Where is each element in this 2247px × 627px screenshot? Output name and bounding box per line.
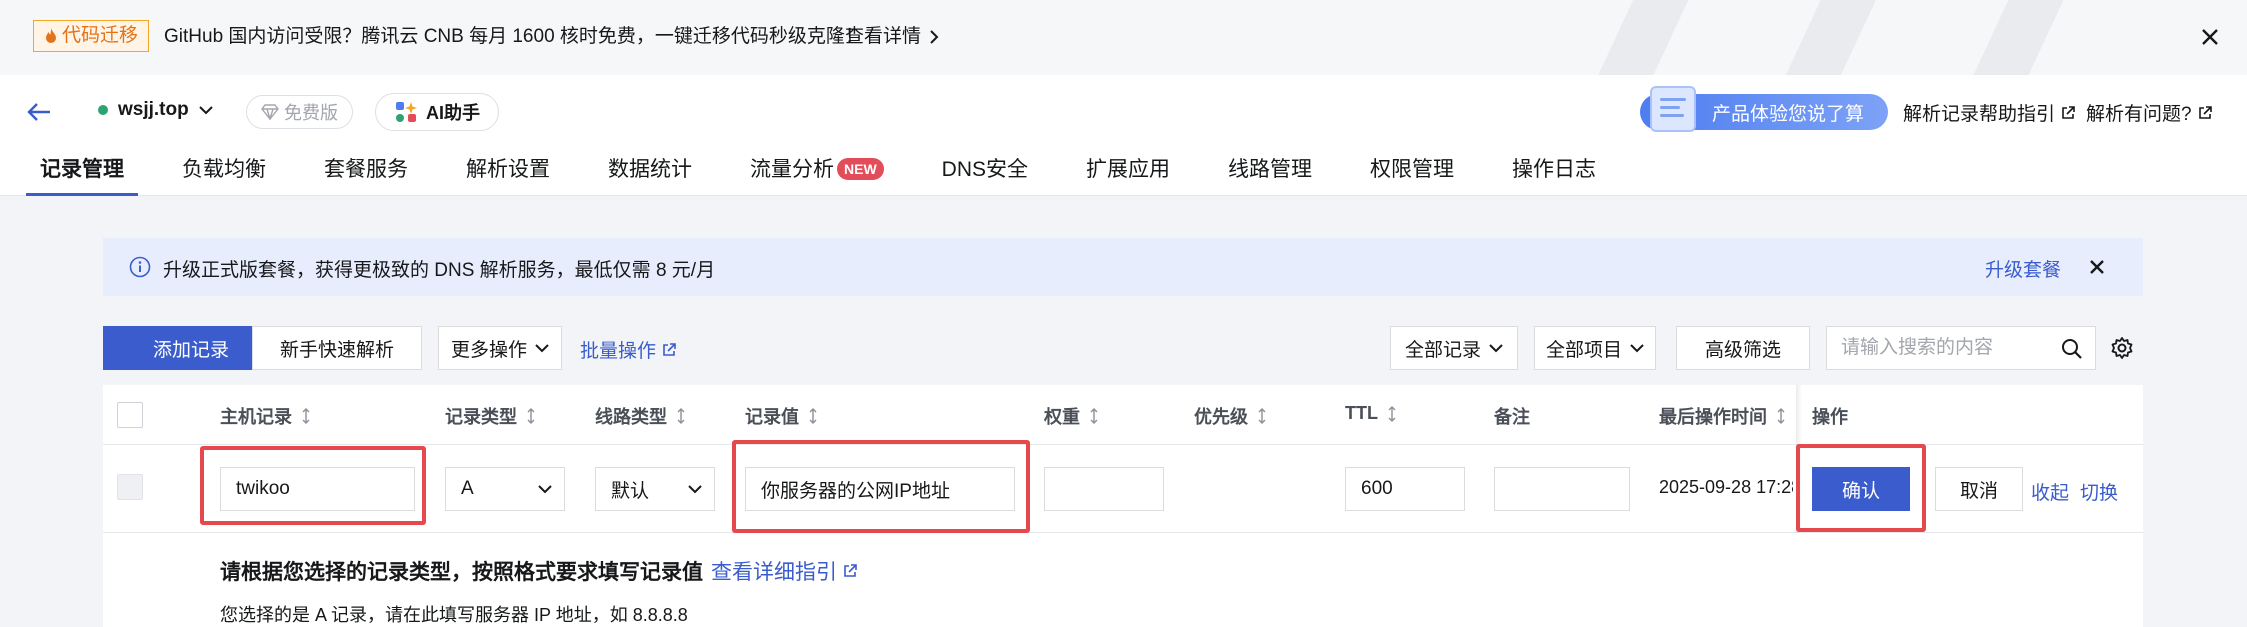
highlight-value: [732, 440, 1030, 533]
tab-extensions[interactable]: 扩展应用: [1072, 156, 1184, 196]
record-value-hint-title: 请根据您选择的记录类型，按照格式要求填写记录值 查看详细指引: [220, 556, 857, 586]
record-value-hint-text: 您选择的是 A 记录，请在此填写服务器 IP 地址，如 8.8.8.8: [220, 605, 688, 625]
tab-permissions[interactable]: 权限管理: [1356, 156, 1468, 196]
search-input[interactable]: [1841, 337, 2051, 359]
chevron-right-icon: [929, 30, 939, 44]
sort-icon: [809, 408, 817, 424]
notice-text: 升级正式版套餐，获得更极致的 DNS 解析服务，最低仅需 8 元/月: [163, 260, 716, 281]
close-icon[interactable]: [2088, 258, 2106, 276]
promo-decoration: [1567, 0, 2127, 75]
close-icon[interactable]: [2197, 24, 2223, 50]
status-dot: [98, 105, 108, 115]
promo-text: GitHub 国内访问受限？腾讯云 CNB 每月 1600 核时免费，一键迁移代…: [164, 26, 864, 47]
tab-resolution-settings[interactable]: 解析设置: [452, 156, 564, 196]
settings-gear-icon[interactable]: [2110, 336, 2134, 360]
sort-icon: [1388, 405, 1396, 422]
ttl-input[interactable]: 600: [1345, 467, 1465, 511]
sort-icon: [302, 408, 310, 424]
batch-operation-link[interactable]: 批量操作: [580, 336, 676, 363]
tab-traffic-analysis[interactable]: 流量分析 NEW: [736, 156, 898, 196]
column-line[interactable]: 线路类型: [595, 403, 685, 429]
highlight-host: [200, 446, 426, 525]
chevron-down-icon: [688, 484, 702, 494]
tab-plan-services[interactable]: 套餐服务: [310, 156, 422, 196]
highlight-confirm: [1796, 444, 1926, 532]
page-header: wsjj.top 免费版 AI助手 产品体验您说了算 解析记录帮助指引 解析有问…: [0, 75, 2247, 196]
tab-load-balancing[interactable]: 负载均衡: [168, 156, 280, 196]
column-priority[interactable]: 优先级: [1194, 403, 1266, 429]
ai-assistant-button[interactable]: AI助手: [375, 93, 499, 131]
remark-input[interactable]: [1494, 467, 1630, 511]
chevron-down-icon: [1489, 343, 1503, 353]
help-issue-link[interactable]: 解析有问题?: [2086, 99, 2212, 126]
last-modified-time: 2025-09-28 17:28: [1659, 477, 1793, 497]
sort-icon: [1258, 408, 1266, 424]
sort-icon: [1090, 408, 1098, 424]
column-last-modified[interactable]: 最后操作时间: [1659, 403, 1785, 429]
promo-banner: 代码迁移 GitHub 国内访问受限？腾讯云 CNB 每月 1600 核时免费，…: [0, 0, 2247, 75]
ai-sparkle-icon: [394, 100, 418, 124]
chevron-down-icon: [535, 343, 549, 353]
select-all-checkbox[interactable]: [117, 402, 143, 428]
diamond-icon: [261, 104, 279, 120]
search-box: [1826, 326, 2096, 370]
line-type-select[interactable]: 默认: [595, 467, 715, 511]
column-weight[interactable]: 权重: [1044, 403, 1098, 429]
row-checkbox: [117, 474, 143, 500]
weight-input[interactable]: [1044, 467, 1164, 511]
search-icon[interactable]: [2061, 338, 2083, 360]
tab-dns-security[interactable]: DNS安全: [928, 156, 1042, 196]
info-icon: [129, 256, 151, 278]
column-ttl[interactable]: TTL: [1345, 403, 1396, 424]
record-filter-dropdown[interactable]: 全部记录: [1390, 326, 1518, 370]
detail-guide-link[interactable]: 查看详细指引: [711, 556, 857, 586]
record-type-select[interactable]: A: [445, 467, 565, 511]
tab-statistics[interactable]: 数据统计: [594, 156, 706, 196]
sort-icon: [677, 408, 685, 424]
sort-icon: [527, 408, 535, 424]
column-remark: 备注: [1494, 407, 1530, 427]
collapse-link[interactable]: 收起: [2031, 478, 2069, 505]
advanced-filter-button[interactable]: 高级筛选: [1676, 326, 1810, 370]
sort-icon: [1777, 408, 1785, 424]
external-link-icon: [843, 564, 857, 578]
column-type[interactable]: 记录类型: [445, 403, 535, 429]
quick-setup-button[interactable]: 新手快速解析: [252, 326, 422, 370]
chevron-down-icon: [1630, 343, 1644, 353]
column-host[interactable]: 主机记录: [220, 403, 310, 429]
project-filter-dropdown[interactable]: 全部项目: [1534, 326, 1656, 370]
upgrade-notice: 升级正式版套餐，获得更极致的 DNS 解析服务，最低仅需 8 元/月 升级套餐: [103, 238, 2143, 296]
tab-line-management[interactable]: 线路管理: [1214, 156, 1326, 196]
external-link-icon: [2198, 105, 2212, 120]
plan-badge: 免费版: [246, 95, 353, 129]
domain-selector[interactable]: wsjj.top: [98, 99, 213, 121]
cancel-button[interactable]: 取消: [1935, 467, 2023, 511]
feedback-document-icon: [1650, 86, 1696, 132]
main-tabs: 记录管理 负载均衡 套餐服务 解析设置 数据统计 流量分析 NEW DNS安全 扩…: [26, 156, 1640, 196]
promo-tag: 代码迁移: [33, 20, 150, 52]
back-arrow-icon[interactable]: [26, 101, 52, 123]
upgrade-plan-link[interactable]: 升级套餐: [1985, 255, 2061, 282]
promo-details-link[interactable]: 查看详情: [845, 24, 939, 50]
switch-link[interactable]: 切换: [2080, 478, 2118, 505]
chevron-down-icon: [538, 484, 552, 494]
external-link-icon: [2061, 105, 2075, 120]
chevron-down-icon: [199, 105, 213, 115]
tab-record-management[interactable]: 记录管理: [26, 156, 138, 196]
flame-icon: [44, 28, 58, 44]
more-actions-dropdown[interactable]: 更多操作: [438, 326, 562, 370]
column-actions: 操作: [1812, 407, 1848, 427]
new-badge: NEW: [837, 158, 884, 180]
tab-operation-log[interactable]: 操作日志: [1498, 156, 1610, 196]
column-value[interactable]: 记录值: [745, 403, 817, 429]
external-link-icon: [662, 342, 676, 357]
help-guide-link[interactable]: 解析记录帮助指引: [1903, 99, 2075, 126]
table-header: 主机记录 记录类型 线路类型 记录值 权重 优先级 TTL 备注 最后操作时间 …: [103, 385, 2143, 445]
